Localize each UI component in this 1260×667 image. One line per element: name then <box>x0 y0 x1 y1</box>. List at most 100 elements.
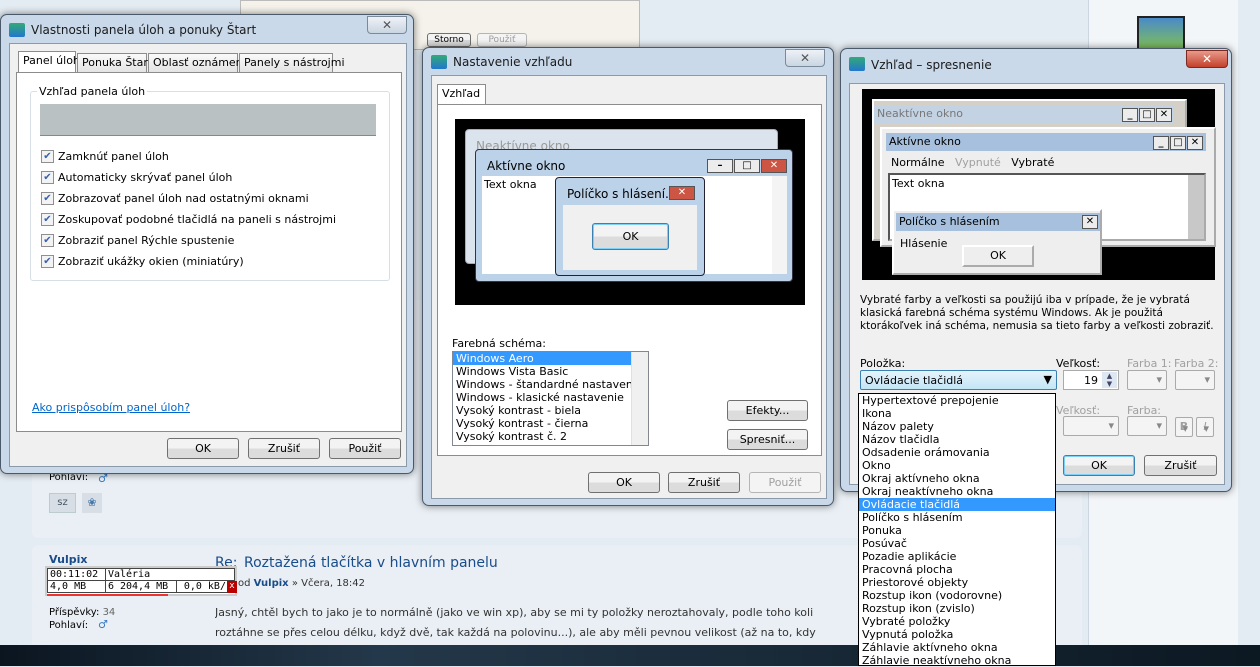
dropdown-item[interactable]: Ponuka <box>859 524 1055 537</box>
item-combobox[interactable]: Ovládacie tlačidlá ▼ <box>860 370 1057 390</box>
size-value: 19 <box>1084 374 1098 387</box>
maximize-icon: □ <box>1170 136 1186 150</box>
dropdown-item[interactable]: Názov tlačidla <box>859 433 1055 446</box>
font-size-select <box>1063 416 1119 436</box>
dropdown-item[interactable]: Názov palety <box>859 420 1055 433</box>
close-icon: ✕ <box>669 186 695 200</box>
checkbox-row[interactable]: ✔ Zoskupovať podobné tlačidlá na paneli s… <box>41 212 336 226</box>
scheme-item[interactable]: Vysoký kontrast - čierna <box>453 417 631 430</box>
dropdown-item[interactable]: Vypnutá položka <box>859 628 1055 641</box>
dropdown-item[interactable]: Vybraté položky <box>859 615 1055 628</box>
preview-ok-button: OK <box>592 223 669 250</box>
ok-button[interactable]: OK <box>588 472 660 493</box>
scheme-item[interactable]: Windows - klasické nastavenie <box>453 391 631 404</box>
dropdown-item[interactable]: Záhlavie aktívneho okna <box>859 641 1055 654</box>
bold-button: B <box>1175 417 1193 438</box>
dropdown-item[interactable]: Hypertextové prepojenie <box>859 394 1055 407</box>
dropdown-item[interactable]: Priestorové objekty <box>859 576 1055 589</box>
checkbox[interactable]: ✔ <box>41 149 54 163</box>
dropdown-item[interactable]: Políčko s hlásením <box>859 511 1055 524</box>
meta-author[interactable]: Vulpix <box>254 578 289 589</box>
active-title: Aktívne okno <box>487 159 566 173</box>
flower-icon[interactable]: ❀ <box>82 493 102 513</box>
checkbox[interactable]: ✔ <box>41 212 54 226</box>
dropdown-item[interactable]: Rozstup ikon (vodorovne) <box>859 589 1055 602</box>
maximize-icon: □ <box>734 159 760 173</box>
caption-buttons: _ □ ✕ <box>1121 107 1172 122</box>
scheme-item[interactable]: Windows Aero <box>453 352 631 365</box>
checkbox-row[interactable]: ✔ Zobrazovať panel úloh nad ostatnými okn… <box>41 191 309 205</box>
ok-button[interactable]: OK <box>1063 455 1135 476</box>
checkbox[interactable]: ✔ <box>41 233 54 247</box>
menu-selected: Vybraté <box>1011 156 1055 169</box>
color1-select <box>1127 370 1167 390</box>
dropdown-item[interactable]: Ikona <box>859 407 1055 420</box>
widget-close-icon[interactable]: x <box>227 581 237 593</box>
checkbox-row[interactable]: ✔ Zobraziť panel Rýchle spustenie <box>41 233 234 247</box>
post-author[interactable]: Vulpix <box>49 553 87 566</box>
close-button[interactable]: ✕ <box>785 49 825 67</box>
close-button[interactable]: ✕ <box>1186 50 1228 68</box>
dropdown-item[interactable]: Pracovná plocha <box>859 563 1055 576</box>
appearance-preview: Neaktívne okno Aktívne okno – □ ✕ Text okn… <box>455 119 805 305</box>
spin-arrows-icon[interactable]: ▲ ▼ <box>1102 372 1117 388</box>
tab-2[interactable]: Oblasť oznámení <box>148 53 246 72</box>
profile-badge[interactable]: sz <box>49 493 76 513</box>
dropdown-item[interactable]: Okraj neaktívneho okna <box>859 485 1055 498</box>
close-icon: ✕ <box>761 159 787 173</box>
checkbox[interactable]: ✔ <box>41 191 54 205</box>
advanced-button[interactable]: Spresniť... <box>727 429 808 450</box>
dropdown-item[interactable]: Posúvač <box>859 537 1055 550</box>
dropdown-item[interactable]: Záhlavie neaktívneho okna <box>859 654 1055 667</box>
checkbox[interactable]: ✔ <box>41 170 54 184</box>
msgbox-title: Políčko s hlásení... <box>567 187 677 201</box>
color2-select <box>1175 370 1215 390</box>
group-label: Vzhľad panela úloh <box>37 85 148 98</box>
post-title[interactable]: Roztažená tlačítka v hlavním panelu <box>244 555 498 571</box>
item-dropdown-list[interactable]: Hypertextové prepojenie Ikona Názov palety… <box>858 393 1056 667</box>
ok-button[interactable]: OK <box>167 438 239 459</box>
monitor-image <box>1137 16 1185 50</box>
color2-label: Farba 2: <box>1174 357 1219 370</box>
dropdown-item[interactable]: Ovládacie tlačidlá <box>859 498 1055 511</box>
dropdown-item[interactable]: Rozstup ikon (zvislo) <box>859 602 1055 615</box>
tab-1[interactable]: Ponuka Štart <box>77 53 152 72</box>
minimize-icon: – <box>707 159 733 173</box>
scheme-item[interactable]: Vysoký kontrast - biela <box>453 404 631 417</box>
dropdown-item[interactable]: Pozadie aplikácie <box>859 550 1055 563</box>
tab-0[interactable]: Panel úloh <box>18 51 80 72</box>
effects-button[interactable]: Efekty... <box>727 400 808 421</box>
checkbox-row[interactable]: ✔ Zobraziť ukážky okien (miniatúry) <box>41 254 244 268</box>
apply-button[interactable]: Použiť <box>329 438 401 459</box>
listbox-scrollbar[interactable] <box>631 352 648 445</box>
scheme-item[interactable]: Vysoký kontrast č. 2 <box>453 430 631 443</box>
scheme-item[interactable]: Windows Vista Basic <box>453 365 631 378</box>
tab-3[interactable]: Panely s nástrojmi <box>239 53 345 72</box>
cancel-button[interactable]: Zrušiť <box>1144 455 1217 476</box>
tab-appearance[interactable]: Vzhľad <box>437 84 486 105</box>
cancel-button[interactable]: Zrušiť <box>668 472 740 493</box>
close-button[interactable]: ✕ <box>367 16 407 34</box>
customize-help-link[interactable]: Ako prispôsobím panel úloh? <box>32 401 190 414</box>
dropdown-item[interactable]: Odsadenie orámovania <box>859 446 1055 459</box>
checkbox[interactable]: ✔ <box>41 254 54 268</box>
checkbox-label: Zobrazovať panel úloh nad ostatnými okna… <box>58 191 309 205</box>
dropdown-item[interactable]: Okraj aktívneho okna <box>859 472 1055 485</box>
caption-buttons: _ □ ✕ <box>1152 135 1203 150</box>
apply-button: Použiť <box>749 472 821 493</box>
appearance-preview: Neaktívne okno _ □ ✕ Aktívne okno _ □ ✕ Norm… <box>862 89 1216 280</box>
checkbox-row[interactable]: ✔ Zamknúť panel úloh <box>41 149 169 163</box>
color-scheme-listbox[interactable]: Windows Aero Windows Vista Basic Windows -… <box>452 351 649 446</box>
caption-buttons: – □ ✕ <box>706 158 790 173</box>
badge-label: sz <box>57 497 68 508</box>
chevron-down-icon: ▼ <box>1043 373 1052 386</box>
gender-label: Pohlaví: <box>49 620 89 631</box>
dropdown-item[interactable]: Okno <box>859 459 1055 472</box>
checkbox-row[interactable]: ✔ Automaticky skrývať panel úloh <box>41 170 232 184</box>
scheme-item[interactable]: Windows - štandardné nastavenie <box>453 378 643 391</box>
tab-panel: Neaktívne okno Aktívne okno – □ ✕ Text okn… <box>437 104 822 456</box>
size-spinner[interactable]: 19 ▲ ▼ <box>1063 370 1119 390</box>
taskbar-appearance-group: Vzhľad panela úloh ✔ Zamknúť panel úloh ✔ A… <box>30 85 390 281</box>
cancel-button[interactable]: Zrušiť <box>248 438 320 459</box>
preview-scrollbar <box>1188 175 1204 239</box>
